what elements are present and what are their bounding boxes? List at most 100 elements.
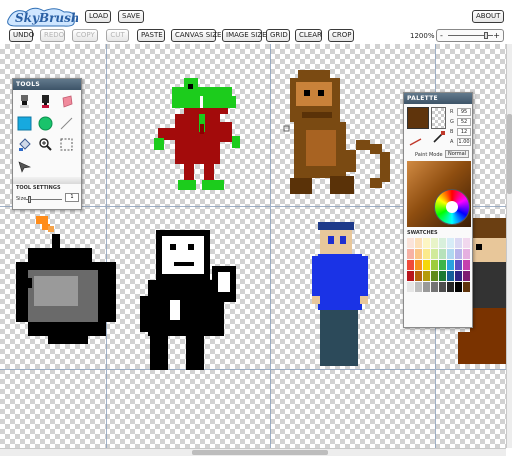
vertical-scrollbar[interactable] (506, 44, 512, 448)
green-channel-input[interactable]: 52 (457, 118, 471, 126)
color-swatch[interactable] (431, 271, 438, 281)
cut-button[interactable]: CUT (106, 29, 129, 42)
line-icon[interactable] (59, 116, 74, 131)
color-swatch[interactable] (407, 271, 414, 281)
color-swatch[interactable] (463, 249, 470, 259)
color-swatch[interactable] (447, 260, 454, 270)
color-swatch[interactable] (431, 238, 438, 248)
color-swatch[interactable] (439, 260, 446, 270)
crocodile-sprite (154, 78, 240, 190)
ellipse-icon[interactable] (38, 116, 53, 131)
redo-button[interactable]: REDO (40, 29, 65, 42)
color-swatch[interactable] (439, 249, 446, 259)
alpha-channel-label: A (450, 139, 454, 145)
rectangle-icon[interactable] (17, 116, 32, 131)
zoom-level: 1200% (410, 32, 435, 40)
color-swatch[interactable] (415, 271, 422, 281)
color-wheel[interactable] (434, 189, 470, 225)
blue-channel-input[interactable]: 12 (457, 128, 471, 136)
color-swatch[interactable] (439, 271, 446, 281)
color-swatch[interactable] (415, 260, 422, 270)
color-swatch[interactable] (455, 249, 462, 259)
color-swatch[interactable] (407, 238, 414, 248)
color-swatch[interactable] (463, 238, 470, 248)
monkey-sprite (290, 70, 390, 194)
size-slider[interactable] (26, 196, 62, 203)
color-swatch[interactable] (447, 271, 454, 281)
vertical-scroll-thumb[interactable] (507, 114, 512, 194)
color-swatch[interactable] (407, 249, 414, 259)
color-swatch[interactable] (455, 238, 462, 248)
man-in-suit-sprite (140, 230, 236, 370)
size-label: Size (16, 196, 27, 202)
paint-mode-select[interactable]: Normal (445, 150, 469, 158)
color-swatch[interactable] (447, 249, 454, 259)
color-swatch[interactable] (415, 238, 422, 248)
zoom-slider[interactable]: - + (436, 29, 504, 42)
select-icon[interactable] (59, 137, 74, 152)
alpha-swatch[interactable] (431, 107, 446, 129)
eyedropper-icon[interactable] (17, 159, 32, 174)
bomb-sprite (16, 216, 116, 344)
color-swatch[interactable] (423, 260, 430, 270)
zoom-slider-handle[interactable] (484, 32, 488, 39)
color-swatch[interactable] (431, 260, 438, 270)
dropper-small-icon[interactable] (409, 137, 423, 147)
paste-button[interactable]: PASTE (137, 29, 165, 42)
tool-settings-divider (13, 177, 81, 184)
color-swatch[interactable] (447, 238, 454, 248)
crop-button[interactable]: CROP (328, 29, 354, 42)
palette-panel-title[interactable]: PALETTE (404, 93, 472, 104)
canvas-size-button[interactable]: CANVAS SIZE (171, 29, 221, 42)
color-swatch[interactable] (463, 282, 470, 292)
current-color-swatch[interactable] (407, 107, 429, 129)
zoom-out-icon[interactable]: - (440, 30, 443, 41)
color-swatch[interactable] (423, 271, 430, 281)
color-swatch[interactable] (423, 238, 430, 248)
color-swatch[interactable] (455, 271, 462, 281)
color-swatch[interactable] (439, 282, 446, 292)
color-swatch[interactable] (431, 249, 438, 259)
color-swatch[interactable] (463, 271, 470, 281)
brush-icon[interactable] (17, 94, 32, 109)
color-swatch[interactable] (423, 282, 430, 292)
color-swatch[interactable] (407, 282, 414, 292)
save-button[interactable]: SAVE (118, 10, 144, 23)
color-swatch[interactable] (431, 282, 438, 292)
copy-button[interactable]: COPY (72, 29, 98, 42)
green-channel-label: G (450, 119, 454, 125)
image-size-button[interactable]: IMAGE SIZE (222, 29, 267, 42)
about-button[interactable]: ABOUT (472, 10, 504, 23)
color-swatch[interactable] (463, 260, 470, 270)
color-picker-icon[interactable] (432, 130, 446, 144)
clear-button[interactable]: CLEAR (295, 29, 322, 42)
color-swatch[interactable] (455, 260, 462, 270)
fill-bucket-icon[interactable] (17, 137, 32, 152)
size-input[interactable]: 1 (65, 193, 79, 202)
top-bar: SkyBrush LOAD SAVE ABOUT UNDO REDO COPY … (0, 0, 512, 44)
horizontal-scrollbar[interactable] (0, 448, 506, 456)
color-swatch[interactable] (439, 238, 446, 248)
color-swatch[interactable] (407, 260, 414, 270)
red-channel-input[interactable]: 95 (457, 108, 471, 116)
undo-button[interactable]: UNDO (9, 29, 34, 42)
eraser-icon[interactable] (59, 94, 74, 109)
logo-text: SkyBrush (15, 11, 78, 25)
color-swatch[interactable] (455, 282, 462, 292)
zoom-in-icon[interactable]: + (493, 30, 500, 41)
color-swatch[interactable] (415, 282, 422, 292)
zoom-icon[interactable] (38, 137, 53, 152)
load-button[interactable]: LOAD (85, 10, 111, 23)
pencil-icon[interactable] (38, 94, 53, 109)
grid-button[interactable]: GRID (266, 29, 290, 42)
color-swatch[interactable] (423, 249, 430, 259)
color-swatch[interactable] (447, 282, 454, 292)
red-channel-label: R (450, 109, 454, 115)
blue-shirt-man-sprite (312, 222, 368, 366)
swatch-grid (407, 238, 471, 326)
color-swatch[interactable] (415, 249, 422, 259)
tools-panel-title[interactable]: TOOLS (13, 79, 81, 90)
alpha-channel-input[interactable]: 1.00 (457, 138, 471, 146)
horizontal-scroll-thumb[interactable] (192, 450, 328, 455)
size-slider-handle[interactable] (28, 196, 31, 203)
